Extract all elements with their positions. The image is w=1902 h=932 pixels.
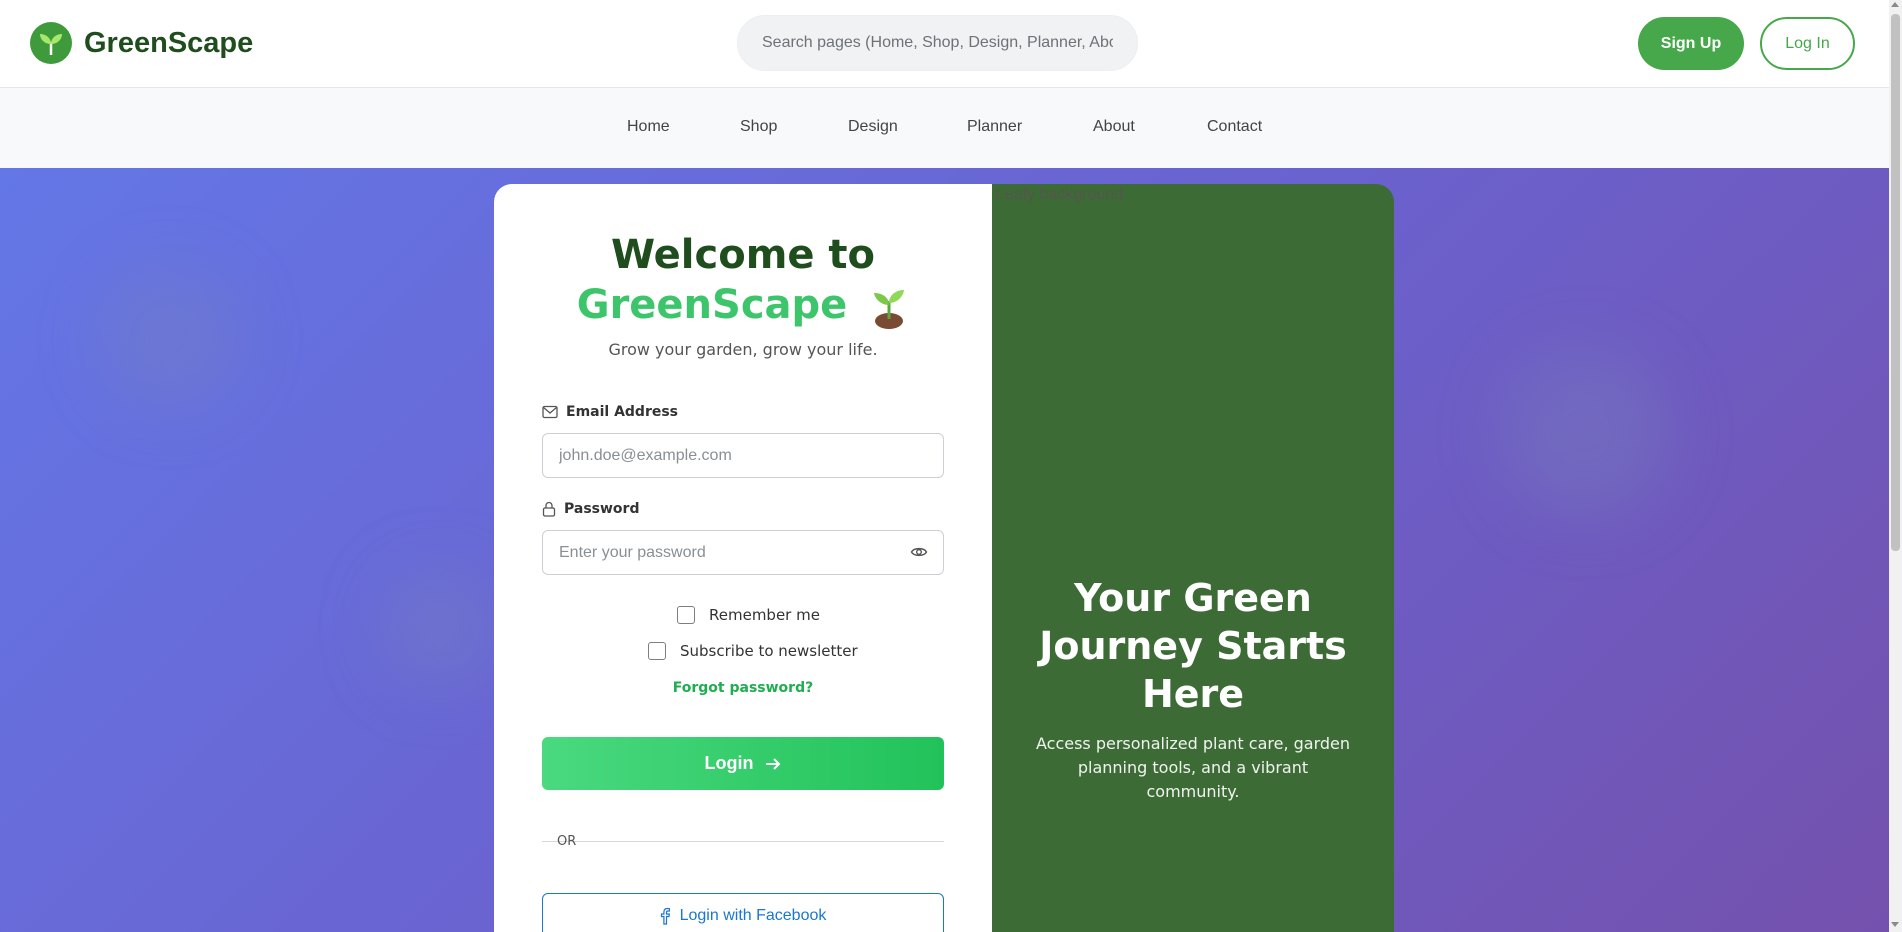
brand-logo[interactable]: GreenScape <box>30 22 253 64</box>
leafy-background-image: Leafy background <box>996 186 1124 203</box>
newsletter-row[interactable]: Subscribe to newsletter <box>648 642 858 660</box>
seedling-icon <box>869 285 909 329</box>
tagline: Grow your garden, grow your life. <box>608 340 878 359</box>
side-panel-subtext: Access personalized plant care, garden p… <box>1035 734 1351 801</box>
welcome-brand-text: GreenScape <box>576 282 848 328</box>
welcome-brand-title: GreenScape <box>494 282 992 329</box>
show-password-icon[interactable] <box>910 543 928 561</box>
green-side-panel: Leafy background Your Green Journey Star… <box>992 184 1394 932</box>
nav-item-about[interactable]: About <box>1093 118 1135 136</box>
sprout-logo-icon <box>30 22 72 64</box>
divider-line <box>542 841 944 842</box>
facebook-icon <box>660 907 670 925</box>
remember-me-checkbox[interactable] <box>677 606 695 624</box>
search-input[interactable] <box>737 15 1138 71</box>
nav-item-shop[interactable]: Shop <box>740 118 777 136</box>
mail-icon <box>542 405 558 419</box>
brand-name: GreenScape <box>84 26 254 59</box>
sign-up-button[interactable]: Sign Up <box>1638 17 1744 70</box>
decor-blob <box>100 268 240 408</box>
password-field[interactable] <box>542 530 944 575</box>
forgot-password-link[interactable]: Forgot password? <box>494 680 992 696</box>
password-label: Password <box>542 501 639 517</box>
email-field[interactable] <box>542 433 944 478</box>
remember-me-label: Remember me <box>709 606 820 624</box>
divider-or: OR <box>557 834 577 849</box>
facebook-login-label: Login with Facebook <box>679 906 827 924</box>
login-submit-button[interactable]: Login <box>542 737 944 790</box>
nav-item-contact[interactable]: Contact <box>1207 118 1262 136</box>
decor-blob <box>1500 348 1670 518</box>
nav-item-home[interactable]: Home <box>627 118 670 136</box>
top-header: GreenScape Sign Up Log In <box>0 0 1889 88</box>
newsletter-label: Subscribe to newsletter <box>680 642 858 660</box>
scrollbar-thumb[interactable] <box>1891 14 1900 551</box>
remember-me-row[interactable]: Remember me <box>677 606 820 624</box>
welcome-title: Welcome to <box>610 232 876 278</box>
main-nav: Home Shop Design Planner About Contact <box>0 88 1889 168</box>
login-submit-label: Login <box>704 753 754 773</box>
arrow-right-icon <box>766 757 781 770</box>
facebook-login-button[interactable]: Login with Facebook <box>542 893 944 932</box>
side-panel-heading: Your Green Journey Starts Here <box>1039 576 1347 716</box>
password-label-text: Password <box>564 501 640 517</box>
newsletter-checkbox[interactable] <box>648 642 666 660</box>
scroll-down-arrow-icon[interactable] <box>1891 922 1899 927</box>
decor-blob <box>380 568 500 688</box>
email-label-text: Email Address <box>566 404 679 420</box>
nav-item-planner[interactable]: Planner <box>967 118 1022 136</box>
log-in-button[interactable]: Log In <box>1760 17 1855 70</box>
lock-icon <box>542 501 556 517</box>
nav-item-design[interactable]: Design <box>848 118 898 136</box>
scroll-up-arrow-icon[interactable] <box>1891 2 1899 7</box>
email-label: Email Address <box>542 404 678 420</box>
